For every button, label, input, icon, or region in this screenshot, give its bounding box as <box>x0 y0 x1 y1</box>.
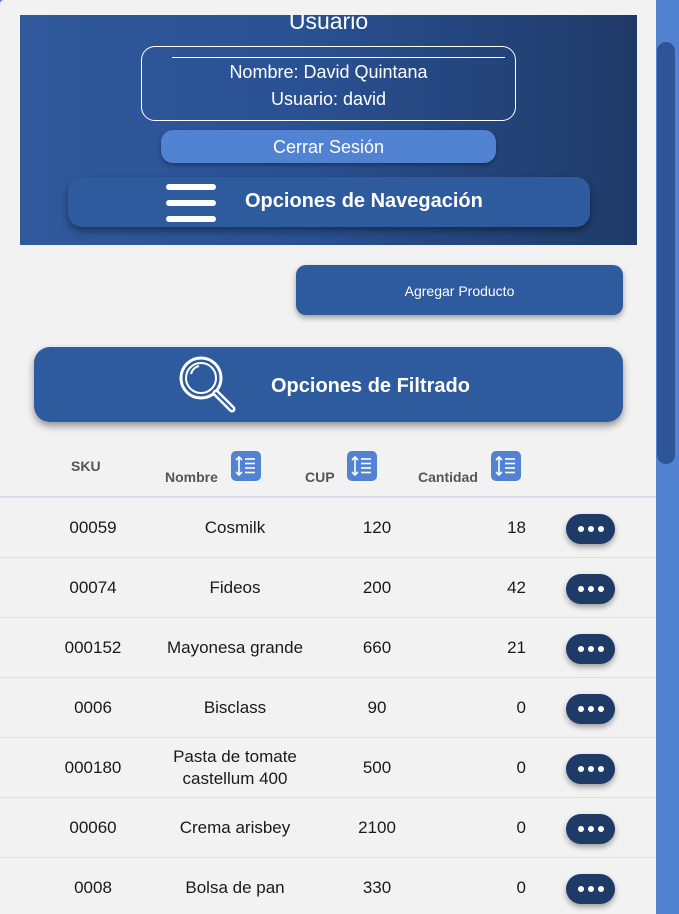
hamburger-icon <box>166 184 216 222</box>
row-more-button[interactable] <box>566 514 615 544</box>
cell-cup: 500 <box>362 758 392 777</box>
more-horizontal-icon <box>577 646 584 652</box>
cell-nombre: Bolsa de pan <box>185 878 285 897</box>
table-row: 00074 Fideos 200 42 <box>0 558 656 618</box>
magnifier-icon <box>179 356 236 413</box>
filter-options-label: Opciones de Filtrado <box>271 375 470 397</box>
filter-options-button[interactable]: Opciones de Filtrado <box>34 347 623 422</box>
sort-nombre-button[interactable] <box>231 451 261 481</box>
cell-nombre: Pasta de tomate castellum 400 <box>173 747 297 788</box>
table-row: 00059 Cosmilk 120 18 <box>0 498 656 558</box>
cell-nombre: Bisclass <box>203 698 267 717</box>
navigation-options-label: Opciones de Navegación <box>245 190 483 212</box>
row-more-button[interactable] <box>566 574 615 604</box>
sort-icon <box>351 455 371 477</box>
column-header-sku: SKU <box>71 458 101 474</box>
cell-sku: 00060 <box>69 818 117 837</box>
username: Usuario: david <box>270 89 387 109</box>
cell-nombre: Cosmilk <box>204 518 266 537</box>
cell-cup: 90 <box>367 698 387 717</box>
cell-cantidad: 0 <box>516 698 526 717</box>
sort-cantidad-button[interactable] <box>491 451 521 481</box>
row-more-button[interactable] <box>566 814 615 844</box>
cell-cup: 120 <box>362 518 392 537</box>
more-horizontal-icon <box>577 886 584 892</box>
cell-nombre: Crema arisbey <box>179 818 291 837</box>
cell-sku: 0008 <box>74 878 112 897</box>
cell-cantidad: 0 <box>516 758 526 777</box>
cell-sku: 00059 <box>69 518 117 537</box>
more-horizontal-icon <box>577 526 584 532</box>
cell-sku: 00074 <box>69 578 117 597</box>
user-info-box: Nombre: David Quintana Usuario: david <box>141 46 516 121</box>
user-header: Usuario Nombre: David Quintana Usuario: … <box>20 8 637 245</box>
cell-cantidad: 21 <box>507 638 526 657</box>
cell-nombre: Mayonesa grande <box>166 638 304 657</box>
row-more-button[interactable] <box>566 754 615 784</box>
cell-cantidad: 42 <box>507 578 526 597</box>
cell-cantidad: 0 <box>516 818 526 837</box>
table-row: 0008 Bolsa de pan 330 0 <box>0 858 656 914</box>
more-horizontal-icon <box>577 826 584 832</box>
user-full-name: Nombre: David Quintana <box>229 62 428 82</box>
column-header-cup: CUP <box>305 469 335 485</box>
table-row: 00060 Crema arisbey 2100 0 <box>0 798 656 858</box>
scrollbar-thumb[interactable] <box>657 42 675 464</box>
cell-cantidad: 0 <box>516 878 526 897</box>
cell-cup: 330 <box>362 878 392 897</box>
cell-cup: 2100 <box>358 818 396 837</box>
add-product-button[interactable]: Agregar Producto <box>296 265 623 315</box>
navigation-options-button[interactable]: Opciones de Navegación <box>68 177 590 227</box>
cell-cup: 660 <box>362 638 392 657</box>
row-more-button[interactable] <box>566 874 615 904</box>
sort-cup-button[interactable] <box>347 451 377 481</box>
header-title: Usuario <box>288 8 369 34</box>
cell-nombre: Fideos <box>209 578 261 597</box>
row-more-button[interactable] <box>566 634 615 664</box>
row-more-button[interactable] <box>566 694 615 724</box>
cell-sku: 000152 <box>64 638 122 657</box>
cell-cantidad: 18 <box>507 518 526 537</box>
column-header-cantidad: Cantidad <box>418 469 478 485</box>
app-window: Usuario Nombre: David Quintana Usuario: … <box>0 0 656 914</box>
divider <box>172 57 505 58</box>
sort-icon <box>495 455 515 477</box>
more-horizontal-icon <box>577 766 584 772</box>
table-row: 000180 Pasta de tomate castellum 400 500… <box>0 738 656 798</box>
table-row: 0006 Bisclass 90 0 <box>0 678 656 738</box>
more-horizontal-icon <box>577 706 584 712</box>
cell-cup: 200 <box>362 578 392 597</box>
more-horizontal-icon <box>577 586 584 592</box>
logout-button[interactable]: Cerrar Sesión <box>161 130 496 163</box>
column-header-nombre: Nombre <box>165 469 218 485</box>
cell-sku: 0006 <box>74 698 112 717</box>
table-row: 000152 Mayonesa grande 660 21 <box>0 618 656 678</box>
cell-sku: 000180 <box>64 758 122 777</box>
sort-icon <box>235 455 255 477</box>
